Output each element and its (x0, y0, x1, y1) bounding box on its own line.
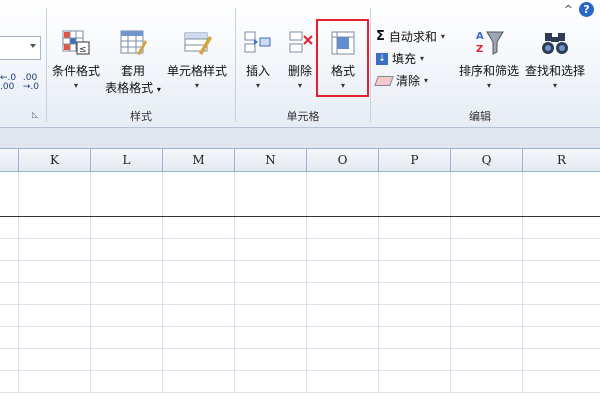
clear-button[interactable]: 清除 ▾ (374, 72, 429, 89)
number-format-dropdown[interactable] (0, 36, 41, 60)
insert-cells-icon (242, 28, 274, 58)
button-label: 套用 (120, 64, 145, 78)
conditional-format-icon: ≤ (60, 28, 92, 58)
binoculars-icon (539, 28, 571, 58)
button-label: 单元格样式 (166, 64, 227, 78)
sum-icon: Σ (376, 29, 385, 44)
table-row (0, 283, 600, 305)
sort-filter-button[interactable]: A Z 排序和筛选 ▾ (456, 28, 522, 90)
table-row (0, 261, 600, 283)
column-header[interactable]: O (307, 149, 379, 171)
button-label: 查找和选择 (524, 64, 585, 78)
decimal-buttons: ←.0.00 .00 →.0 (0, 74, 39, 92)
column-header[interactable]: N (235, 149, 307, 171)
cells-group-label: 单元格 (286, 110, 320, 123)
format-button-highlight (316, 19, 369, 97)
clear-label: 清除 (396, 74, 421, 88)
column-header[interactable]: R (523, 149, 600, 171)
column-header[interactable]: L (91, 149, 163, 171)
autosum-button[interactable]: Σ 自动求和 ▾ (376, 28, 445, 45)
button-label: 删除 (287, 64, 312, 78)
conditional-format-button[interactable]: ≤ 条件格式 ▾ (48, 28, 104, 90)
chevron-down-icon: ▾ (424, 76, 429, 85)
sort-filter-icon: A Z (473, 28, 505, 58)
chevron-down-icon: ▾ (440, 32, 445, 41)
svg-text:A: A (476, 31, 484, 42)
separator (235, 8, 236, 122)
chevron-down-icon: ▾ (552, 81, 557, 90)
chevron-down-icon: ▾ (194, 81, 199, 90)
button-label-line2: 表格格式 (105, 81, 154, 95)
separator (370, 8, 371, 122)
ribbon: ^ ? ←.0.00 .00 →.0 ◺ ≤ 条件格式 ▾ 套用 表格格式 ▾ … (0, 0, 600, 128)
button-label: 条件格式 (51, 64, 100, 78)
increase-decimal-icon[interactable]: .00 →.0 (23, 74, 39, 92)
table-style-icon (117, 28, 149, 58)
decrease-decimal-icon[interactable]: ←.0.00 (0, 74, 16, 92)
table-row (0, 349, 600, 371)
table-row (0, 172, 600, 217)
button-label: 插入 (245, 64, 270, 78)
delete-cells-icon (284, 28, 316, 58)
svg-text:Z: Z (476, 44, 483, 55)
column-header[interactable]: P (379, 149, 451, 171)
chevron-down-icon: ▾ (255, 81, 260, 90)
svg-text:≤: ≤ (79, 45, 87, 55)
table-row (0, 327, 600, 349)
dialog-launcher-icon[interactable]: ◺ (32, 110, 38, 119)
chevron-down-icon: ▾ (297, 81, 302, 90)
column-header[interactable]: M (163, 149, 235, 171)
chevron-down-icon: ▾ (156, 85, 161, 94)
chevron-down-icon (30, 44, 36, 48)
insert-button[interactable]: 插入 ▾ (240, 28, 276, 90)
button-label: 排序和筛选 (458, 64, 519, 78)
chevron-down-icon: ▾ (420, 54, 425, 63)
window-controls: ^ ? (564, 2, 594, 17)
format-as-table-button[interactable]: 套用 表格格式 ▾ (104, 28, 162, 96)
cell-styles-button[interactable]: 单元格样式 ▾ (164, 28, 230, 90)
delete-button[interactable]: 删除 ▾ (282, 28, 318, 90)
formula-bar-area (0, 128, 600, 149)
help-icon[interactable]: ? (579, 2, 594, 17)
column-headers: K L M N O P Q R (0, 149, 600, 172)
table-row (0, 217, 600, 239)
cell-grid[interactable] (0, 172, 600, 400)
ribbon-collapse-icon[interactable]: ^ (564, 3, 573, 16)
fill-icon: ↓ (376, 52, 388, 65)
autosum-label: 自动求和 (388, 30, 437, 44)
corner-cell[interactable] (0, 149, 19, 171)
table-row (0, 239, 600, 261)
cell-styles-icon (181, 28, 213, 58)
chevron-down-icon: ▾ (486, 81, 491, 90)
column-header[interactable]: K (19, 149, 91, 171)
chevron-down-icon: ▾ (73, 81, 78, 90)
styles-group-label: 样式 (130, 110, 152, 123)
table-row (0, 371, 600, 393)
editing-group-label: 编辑 (469, 110, 491, 123)
table-row (0, 305, 600, 327)
eraser-icon (374, 75, 394, 86)
fill-label: 填充 (392, 52, 417, 66)
fill-button[interactable]: ↓ 填充 ▾ (376, 50, 424, 67)
column-header[interactable]: Q (451, 149, 523, 171)
find-select-button[interactable]: 查找和选择 ▾ (522, 28, 588, 90)
separator (46, 8, 47, 122)
